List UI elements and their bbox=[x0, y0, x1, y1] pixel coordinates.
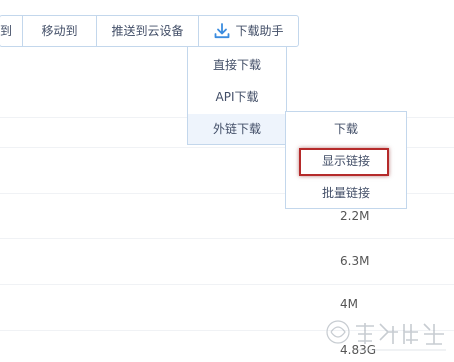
file-toolbar: 到 移动到 推送到云设备 下载助手 bbox=[0, 15, 300, 47]
menu-item-api-download[interactable]: API下载 bbox=[188, 82, 286, 112]
download-icon bbox=[214, 23, 229, 39]
move-to-button[interactable]: 移动到 bbox=[23, 16, 98, 46]
download-helper-button[interactable]: 下载助手 bbox=[199, 16, 298, 46]
copy-to-button[interactable]: 到 bbox=[0, 16, 24, 46]
file-size: 4M bbox=[340, 297, 358, 311]
table-divider bbox=[0, 238, 454, 239]
file-size: 6.3M bbox=[340, 254, 370, 268]
highlight-annotation bbox=[299, 148, 389, 176]
menu-item-external-link-download[interactable]: 外链下载 bbox=[188, 114, 286, 144]
menu-item-download[interactable]: 下载 bbox=[286, 114, 406, 144]
push-to-cloud-device-button[interactable]: 推送到云设备 bbox=[97, 16, 200, 46]
download-helper-label: 下载助手 bbox=[235, 24, 284, 38]
table-divider bbox=[0, 284, 454, 285]
menu-item-batch-link[interactable]: 批量链接 bbox=[286, 178, 406, 208]
download-helper-menu: 直接下载 API下载 外链下载 bbox=[187, 47, 287, 145]
file-size: 2.2M bbox=[340, 209, 370, 223]
watermark-logo bbox=[325, 319, 446, 351]
menu-item-direct-download[interactable]: 直接下载 bbox=[188, 50, 286, 80]
